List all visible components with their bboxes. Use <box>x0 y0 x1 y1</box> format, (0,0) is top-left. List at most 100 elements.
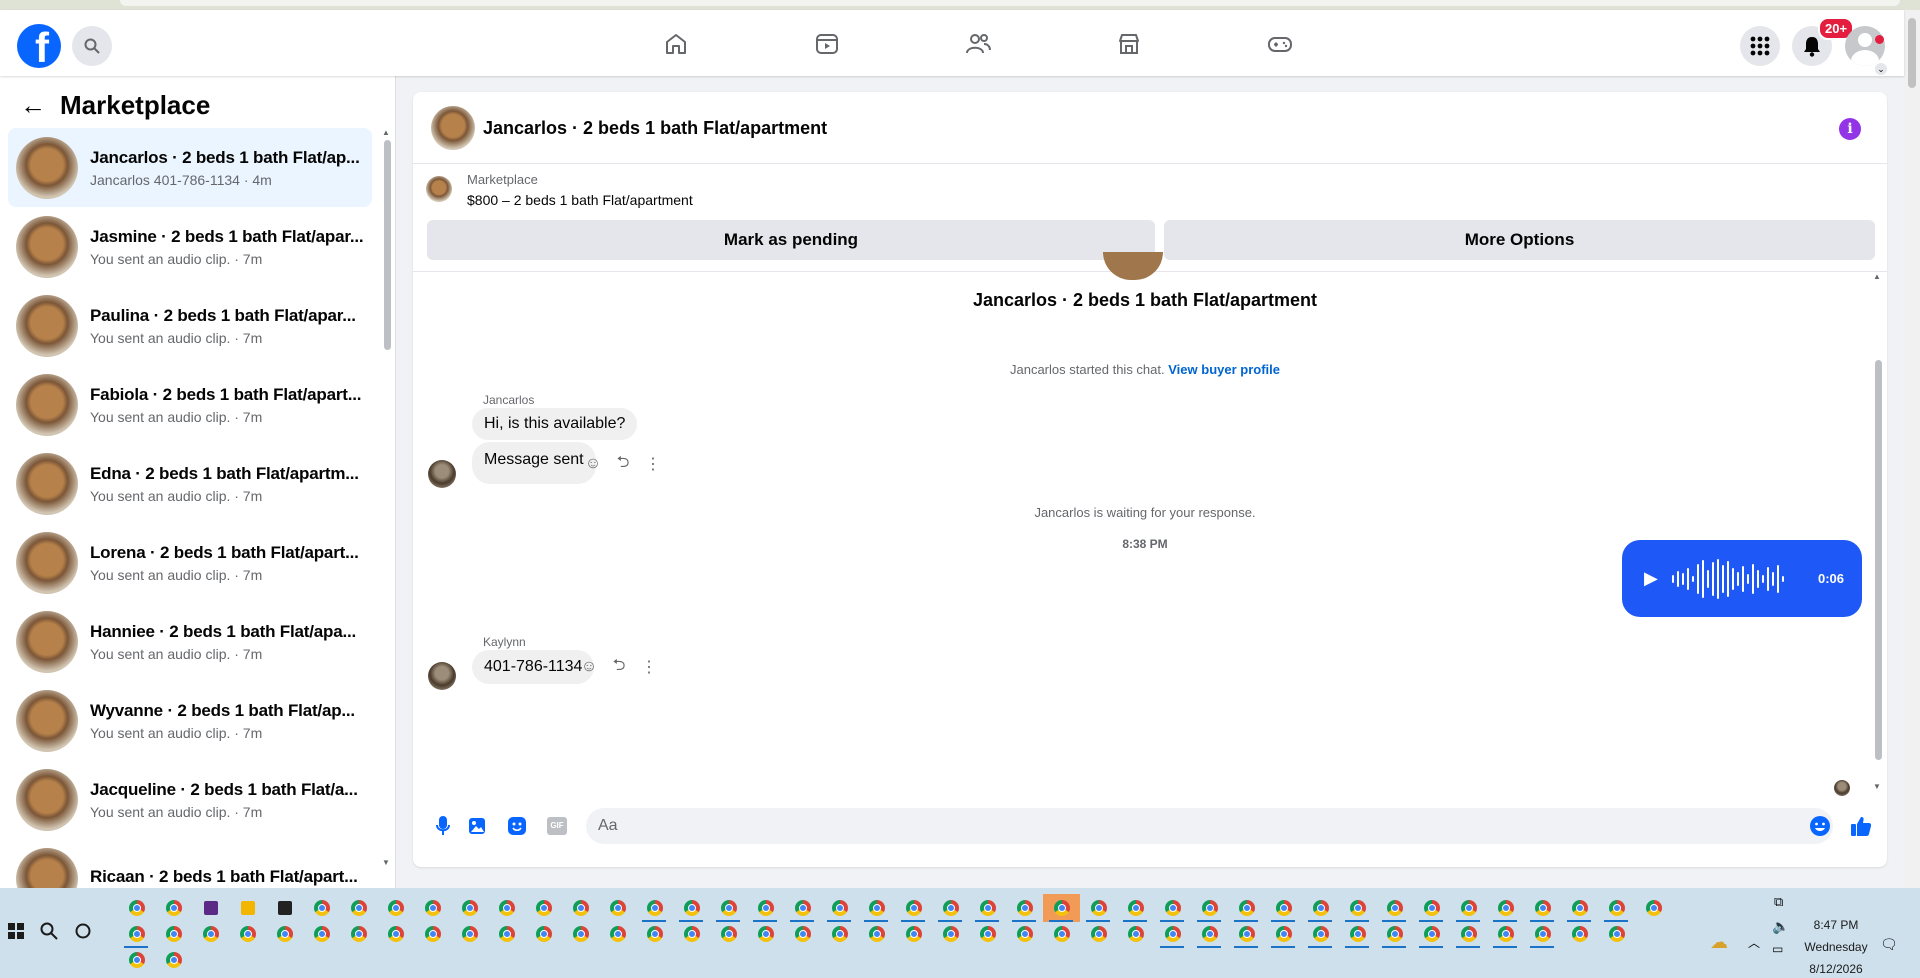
sidebar-scrollbar[interactable]: ▲ ▼ <box>382 128 392 868</box>
chat-scrollbar[interactable]: ▲ ▼ <box>1873 272 1883 792</box>
taskbar-app-button[interactable] <box>710 894 747 922</box>
taskbar-app-button[interactable] <box>303 920 340 948</box>
view-buyer-profile-link[interactable]: View buyer profile <box>1168 362 1280 377</box>
conversation-item[interactable]: Jacqueline · 2 beds 1 bath Flat/a... You … <box>8 760 372 839</box>
network-icon[interactable]: ▭ <box>1772 942 1783 956</box>
nav-video[interactable] <box>751 20 902 68</box>
taskbar-app-button[interactable] <box>895 920 932 948</box>
conversation-item[interactable]: Lorena · 2 beds 1 bath Flat/apart... You … <box>8 523 372 602</box>
taskbar-app-button[interactable] <box>1302 920 1339 948</box>
taskbar-app-button[interactable] <box>229 920 266 948</box>
taskbar-app-button[interactable] <box>562 894 599 922</box>
taskbar-app-button[interactable] <box>266 920 303 948</box>
taskbar-app-button[interactable] <box>673 894 710 922</box>
volume-icon[interactable]: 🔈 <box>1772 918 1789 935</box>
windows-start-icon[interactable] <box>8 923 24 939</box>
taskbar-app-button[interactable] <box>1450 894 1487 922</box>
react-emoji-icon[interactable]: ☺ <box>579 657 599 677</box>
message-bubble[interactable]: 401-786-1134 <box>472 650 595 684</box>
like-button[interactable] <box>1849 814 1873 838</box>
taskbar-app-button[interactable] <box>192 920 229 948</box>
reply-arrow-icon[interactable]: ⮌ <box>613 454 633 474</box>
chat-scrollbar-thumb[interactable] <box>1875 360 1882 760</box>
taskbar-app-button[interactable] <box>747 894 784 922</box>
taskbar-app-button[interactable] <box>1006 920 1043 948</box>
taskbar-app-button[interactable] <box>1339 894 1376 922</box>
taskbar-app-button[interactable] <box>1302 894 1339 922</box>
sender-avatar[interactable] <box>428 662 456 690</box>
play-icon[interactable]: ▶ <box>1644 568 1658 589</box>
taskbar-app-button[interactable] <box>1561 920 1598 948</box>
taskbar-app-button[interactable] <box>488 920 525 948</box>
message-input[interactable] <box>586 808 1833 844</box>
chat-title[interactable]: Jancarlos · 2 beds 1 bath Flat/apartment <box>483 118 827 139</box>
search-icon[interactable] <box>40 922 58 940</box>
taskbar-app-button[interactable] <box>451 920 488 948</box>
taskbar-app-button[interactable] <box>1265 894 1302 922</box>
page-scrollbar[interactable] <box>1904 10 1920 888</box>
taskbar-app-button[interactable] <box>1043 920 1080 948</box>
taskbar-app-button[interactable] <box>1376 894 1413 922</box>
taskbar-app-button[interactable] <box>969 920 1006 948</box>
scroll-down-arrow-icon[interactable]: ▼ <box>1873 782 1881 791</box>
taskbar-app-button[interactable] <box>1080 920 1117 948</box>
taskbar-app-button[interactable] <box>155 920 192 948</box>
taskbar-app-button[interactable] <box>1487 894 1524 922</box>
taskbar-app-button[interactable] <box>636 894 673 922</box>
more-options-button[interactable]: More Options <box>1164 220 1875 260</box>
listing-price-title[interactable]: $800 – 2 beds 1 bath Flat/apartment <box>467 192 693 208</box>
taskbar-app-button[interactable] <box>821 894 858 922</box>
taskbar-app-button[interactable] <box>340 894 377 922</box>
taskbar-app-button[interactable] <box>414 920 451 948</box>
conversation-item[interactable]: Wyvanne · 2 beds 1 bath Flat/ap... You se… <box>8 681 372 760</box>
taskbar-app-button[interactable] <box>1376 920 1413 948</box>
taskbar-app-button[interactable] <box>932 920 969 948</box>
taskbar-app-button[interactable] <box>451 894 488 922</box>
taskbar-app-button[interactable] <box>118 920 155 948</box>
chat-avatar[interactable] <box>431 106 475 150</box>
react-emoji-icon[interactable]: ☺ <box>583 454 603 474</box>
taskbar-app-button[interactable] <box>1524 920 1561 948</box>
taskbar-app-button[interactable] <box>340 920 377 948</box>
taskbar-app-button[interactable] <box>1413 920 1450 948</box>
conversation-item[interactable]: Jasmine · 2 beds 1 bath Flat/apar... You … <box>8 207 372 286</box>
reply-arrow-icon[interactable]: ⮌ <box>609 657 629 677</box>
taskbar-app-button[interactable] <box>229 894 266 922</box>
taskbar-app-button[interactable] <box>155 894 192 922</box>
taskbar-app-button[interactable] <box>1006 894 1043 922</box>
taskbar-app-button[interactable] <box>1598 920 1635 948</box>
sender-avatar[interactable] <box>428 460 456 488</box>
taskbar-app-button[interactable] <box>1561 894 1598 922</box>
nav-home[interactable] <box>600 20 751 68</box>
taskbar-app-button[interactable] <box>858 920 895 948</box>
taskbar-app-button[interactable] <box>969 894 1006 922</box>
taskbar-app-button[interactable] <box>1117 894 1154 922</box>
conversation-item[interactable]: Paulina · 2 beds 1 bath Flat/apar... You … <box>8 286 372 365</box>
conversation-item[interactable]: Hanniee · 2 beds 1 bath Flat/apa... You s… <box>8 602 372 681</box>
taskbar-app-button[interactable] <box>599 894 636 922</box>
page-scrollbar-thumb[interactable] <box>1908 18 1916 88</box>
taskbar-app-button[interactable] <box>599 920 636 948</box>
profile-avatar[interactable] <box>1845 26 1885 66</box>
back-arrow-icon[interactable]: ← <box>20 90 46 121</box>
nav-gaming[interactable] <box>1204 20 1355 68</box>
facebook-logo[interactable]: f <box>17 24 61 68</box>
conversation-item[interactable]: Fabiola · 2 beds 1 bath Flat/apart... You… <box>8 365 372 444</box>
taskbar-app-button[interactable] <box>895 894 932 922</box>
taskbar-app-button[interactable] <box>1117 920 1154 948</box>
taskbar-app-button[interactable] <box>525 894 562 922</box>
scroll-up-arrow-icon[interactable]: ▲ <box>1873 272 1881 281</box>
mark-as-pending-button[interactable]: Mark as pending <box>427 220 1155 260</box>
taskbar-clock[interactable]: 8:47 PM Wednesday 8/12/2026 <box>1796 914 1876 978</box>
voice-clip-button[interactable] <box>431 814 455 838</box>
taskbar-app-button[interactable] <box>414 894 451 922</box>
taskbar-app-button[interactable] <box>1228 894 1265 922</box>
attach-photo-button[interactable] <box>465 814 489 838</box>
taskbar-app-button[interactable] <box>266 894 303 922</box>
task-view-icon[interactable] <box>74 922 92 940</box>
taskbar-app-button[interactable] <box>1524 894 1561 922</box>
taskbar-app-button[interactable] <box>1450 920 1487 948</box>
taskbar-app-button[interactable] <box>932 894 969 922</box>
taskbar-app-button[interactable] <box>377 920 414 948</box>
taskbar-app-button[interactable] <box>1413 894 1450 922</box>
